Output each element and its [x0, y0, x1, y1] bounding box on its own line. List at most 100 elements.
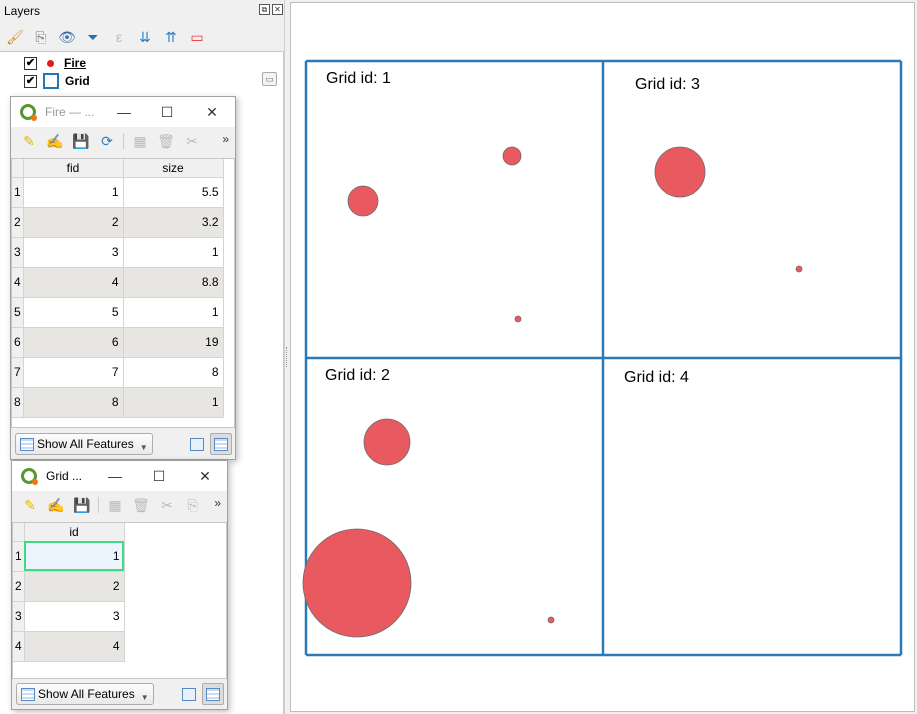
table-view-button[interactable] — [210, 433, 232, 455]
corner-header[interactable] — [12, 159, 24, 178]
form-view-button[interactable] — [178, 683, 200, 705]
row-header[interactable]: 3 — [12, 237, 24, 268]
row-header[interactable]: 3 — [13, 601, 25, 632]
layer-visibility-checkbox[interactable]: ✔ — [24, 56, 37, 70]
table-row[interactable]: 11 — [13, 541, 125, 572]
save-icon[interactable]: 💾 — [69, 130, 93, 152]
show-all-features-dropdown[interactable]: Show All Features ▼ — [15, 433, 153, 455]
window-titlebar[interactable]: Grid ... — ☐ ✕ — [12, 461, 227, 491]
add-feature-icon[interactable]: ▦ — [128, 130, 152, 152]
table-row[interactable]: 331 — [12, 237, 224, 268]
column-header-fid[interactable]: fid — [23, 159, 124, 178]
table-row[interactable]: 1 1 5.5 — [12, 177, 224, 208]
row-header[interactable]: 5 — [12, 297, 24, 328]
eye-visibility-icon[interactable]: 👁 — [56, 26, 78, 48]
cell-size[interactable]: 19 — [123, 327, 224, 358]
cell-fid[interactable]: 4 — [23, 267, 124, 298]
fire-point[interactable] — [795, 265, 803, 273]
cell-fid[interactable]: 8 — [23, 387, 124, 418]
cell-fid[interactable]: 5 — [23, 297, 124, 328]
table-row[interactable]: 22 — [13, 571, 125, 602]
row-header[interactable]: 6 — [12, 327, 24, 358]
column-header-size[interactable]: size — [123, 159, 224, 178]
save-icon[interactable]: 💾 — [70, 494, 94, 516]
table-row[interactable]: 881 — [12, 387, 224, 418]
add-group-icon[interactable]: ⎘ — [30, 26, 52, 48]
table-row[interactable]: 33 — [13, 601, 125, 632]
fire-point[interactable] — [302, 528, 412, 638]
float-panel-button[interactable]: ⧉ — [259, 4, 270, 15]
row-header[interactable]: 2 — [12, 207, 24, 238]
copy-icon[interactable]: ⎘ — [181, 494, 205, 516]
column-header-id[interactable]: id — [24, 523, 125, 542]
close-panel-button[interactable]: ✕ — [272, 4, 283, 15]
filter-legend-icon[interactable]: ⏷ — [82, 26, 104, 48]
pencil-edit-icon[interactable]: ✎ — [18, 494, 42, 516]
cut-icon[interactable]: ✂ — [155, 494, 179, 516]
table-row[interactable]: 551 — [12, 297, 224, 328]
cell-size[interactable]: 3.2 — [123, 207, 224, 238]
cell-id[interactable]: 1 — [24, 541, 125, 572]
fire-point[interactable] — [514, 315, 522, 323]
collapse-all-icon[interactable]: ⇈ — [160, 26, 182, 48]
row-header[interactable]: 4 — [13, 631, 25, 662]
fire-point[interactable] — [363, 418, 411, 466]
table-row[interactable]: 778 — [12, 357, 224, 388]
minimize-button[interactable]: — — [109, 101, 139, 123]
cell-id[interactable]: 3 — [24, 601, 125, 632]
cell-size[interactable]: 1 — [123, 387, 224, 418]
cell-size[interactable]: 5.5 — [123, 177, 224, 208]
multi-edit-icon[interactable]: ✍ — [43, 130, 67, 152]
maximize-button[interactable]: ☐ — [152, 101, 182, 123]
row-header[interactable]: 2 — [13, 571, 25, 602]
window-titlebar[interactable]: Fire — ... — ☐ ✕ — [11, 97, 235, 127]
add-feature-icon[interactable]: ▦ — [103, 494, 127, 516]
multi-edit-icon[interactable]: ✍ — [44, 494, 68, 516]
refresh-icon[interactable]: ⟳ — [95, 130, 119, 152]
fire-point[interactable] — [547, 616, 555, 624]
row-header[interactable]: 1 — [13, 541, 25, 572]
row-header[interactable]: 1 — [12, 177, 24, 208]
more-tools-button[interactable]: » — [214, 496, 221, 510]
more-tools-button[interactable]: » — [222, 132, 229, 146]
cell-size[interactable]: 8 — [123, 357, 224, 388]
table-row[interactable]: 6 6 19 — [12, 327, 224, 358]
layer-visibility-checkbox[interactable]: ✔ — [24, 74, 37, 88]
close-button[interactable]: ✕ — [190, 465, 220, 487]
cell-size[interactable]: 1 — [123, 297, 224, 328]
expand-all-icon[interactable]: ⇊ — [134, 26, 156, 48]
cell-fid[interactable]: 3 — [23, 237, 124, 268]
cut-icon[interactable]: ✂ — [180, 130, 204, 152]
show-all-features-dropdown[interactable]: Show All Features ▼ — [16, 683, 154, 705]
cell-fid[interactable]: 7 — [23, 357, 124, 388]
corner-header[interactable] — [13, 523, 25, 542]
embedded-widget-icon[interactable]: ▭ — [262, 72, 277, 86]
row-header[interactable]: 7 — [12, 357, 24, 388]
cell-fid[interactable]: 2 — [23, 207, 124, 238]
form-view-button[interactable] — [186, 433, 208, 455]
minimize-button[interactable]: — — [100, 465, 130, 487]
cell-id[interactable]: 4 — [24, 631, 125, 662]
delete-icon[interactable]: 🗑 — [129, 494, 153, 516]
cell-fid[interactable]: 6 — [23, 327, 124, 358]
remove-layer-icon[interactable]: ▭ — [186, 26, 208, 48]
pencil-edit-icon[interactable]: ✎ — [17, 130, 41, 152]
map-canvas[interactable]: Grid id: 1 Grid id: 3 Grid id: 2 Grid id… — [290, 2, 915, 712]
fire-point[interactable] — [654, 146, 706, 198]
cell-fid[interactable]: 1 — [23, 177, 124, 208]
row-header[interactable]: 8 — [12, 387, 24, 418]
cell-size[interactable]: 1 — [123, 237, 224, 268]
fire-point[interactable] — [502, 146, 522, 166]
table-row[interactable]: 2 2 3.2 — [12, 207, 224, 238]
cell-id[interactable]: 2 — [24, 571, 125, 602]
close-button[interactable]: ✕ — [197, 101, 227, 123]
maximize-button[interactable]: ☐ — [144, 465, 174, 487]
fire-point[interactable] — [347, 185, 379, 217]
splitter-handle[interactable] — [286, 347, 288, 367]
table-row[interactable]: 4 4 8.8 — [12, 267, 224, 298]
table-row[interactable]: 44 — [13, 631, 125, 662]
cell-size[interactable]: 8.8 — [123, 267, 224, 298]
row-header[interactable]: 4 — [12, 267, 24, 298]
layer-item-grid[interactable]: ✔ Grid — [24, 72, 90, 90]
delete-icon[interactable]: 🗑 — [154, 130, 178, 152]
